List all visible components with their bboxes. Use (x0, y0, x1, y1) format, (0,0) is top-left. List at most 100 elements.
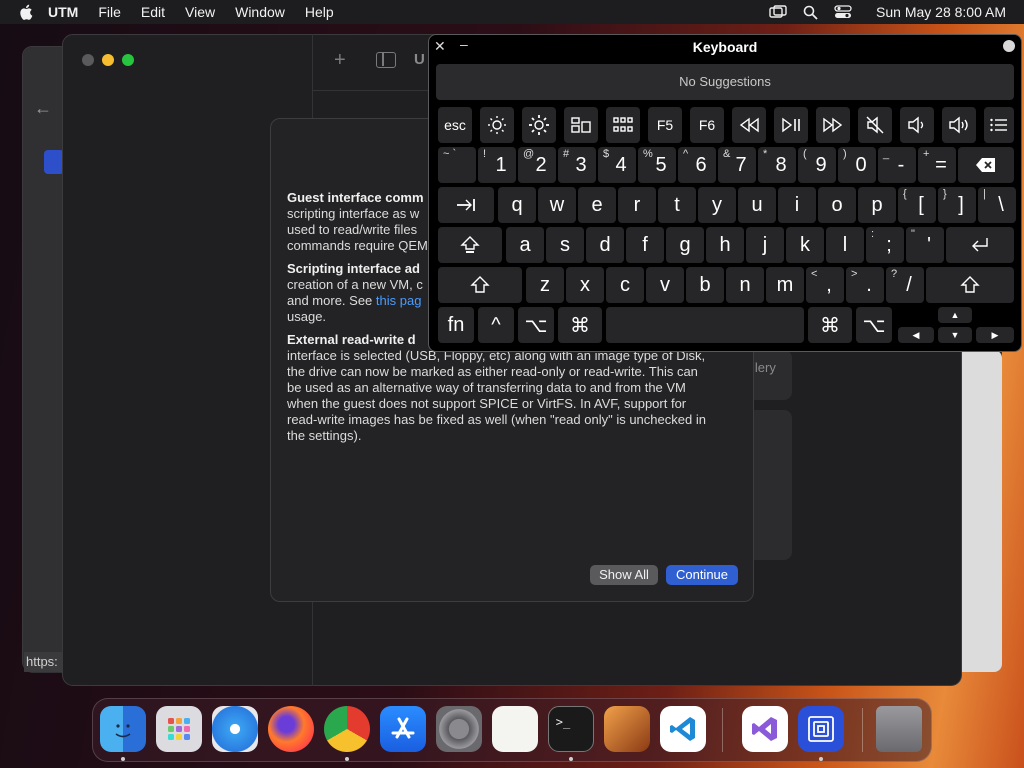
key-s[interactable]: s (546, 227, 584, 263)
menubar-clock[interactable]: Sun May 28 8:00 AM (876, 4, 1006, 20)
key-l[interactable]: l (826, 227, 864, 263)
key-w[interactable]: w (538, 187, 576, 223)
suggestions-bar[interactable]: No Suggestions (436, 64, 1014, 100)
key-semicolon[interactable]: :; (866, 227, 904, 263)
shift-left-key[interactable] (438, 267, 522, 303)
dock-chrome-icon[interactable] (324, 706, 370, 752)
key-1[interactable]: ! 1 (478, 147, 516, 183)
key-t[interactable]: t (658, 187, 696, 223)
fn-key[interactable]: fn (438, 307, 474, 343)
space-key[interactable] (606, 307, 804, 343)
dock-textedit-icon[interactable] (492, 706, 538, 752)
key-0[interactable]: ) 0 (838, 147, 876, 183)
rewind-icon[interactable] (732, 107, 766, 143)
key-y[interactable]: y (698, 187, 736, 223)
key-k[interactable]: k (786, 227, 824, 263)
key-6[interactable]: ^ 6 (678, 147, 716, 183)
brightness-down-icon[interactable] (480, 107, 514, 143)
volume-down-icon[interactable] (900, 107, 934, 143)
key-2[interactable]: @2 (518, 147, 556, 183)
key-u[interactable]: u (738, 187, 776, 223)
keyboard-options-icon[interactable] (1003, 40, 1015, 52)
continue-button[interactable]: Continue (666, 565, 738, 585)
sidebar-toggle-icon[interactable] (376, 52, 396, 68)
key-a[interactable]: a (506, 227, 544, 263)
menu-edit[interactable]: Edit (141, 4, 165, 20)
this-page-link[interactable]: this pag (376, 293, 422, 308)
dock-system-settings-icon[interactable] (436, 706, 482, 752)
shift-right-key[interactable] (926, 267, 1014, 303)
fast-forward-icon[interactable] (816, 107, 850, 143)
key-slash[interactable]: ? / (886, 267, 924, 303)
key-i[interactable]: i (778, 187, 816, 223)
dock-app-store-icon[interactable] (380, 706, 426, 752)
caps-lock-key[interactable] (438, 227, 502, 263)
f5-key[interactable]: F5 (648, 107, 682, 143)
key-quote[interactable]: " ' (906, 227, 944, 263)
key-bracket-left[interactable]: {[ (898, 187, 936, 223)
play-pause-icon[interactable] (774, 107, 808, 143)
arrow-left-key[interactable]: ◀ (898, 327, 934, 343)
arrow-up-key[interactable]: ▲ (938, 307, 972, 323)
key-bracket-right[interactable]: }] (938, 187, 976, 223)
menu-help[interactable]: Help (305, 4, 334, 20)
dock-firefox-icon[interactable] (268, 706, 314, 752)
key-m[interactable]: m (766, 267, 804, 303)
show-all-button[interactable]: Show All (590, 565, 658, 585)
key-r[interactable]: r (618, 187, 656, 223)
mission-control-icon[interactable] (564, 107, 598, 143)
key-x[interactable]: x (566, 267, 604, 303)
arrow-down-key[interactable]: ▼ (938, 327, 972, 343)
dock-safari-icon[interactable] (212, 706, 258, 752)
minimize-window-button[interactable] (102, 54, 114, 66)
key-p[interactable]: p (858, 187, 896, 223)
key-4[interactable]: $4 (598, 147, 636, 183)
volume-up-icon[interactable] (942, 107, 976, 143)
dock-visual-studio-icon[interactable] (742, 706, 788, 752)
f6-key[interactable]: F6 (690, 107, 724, 143)
key-e[interactable]: e (578, 187, 616, 223)
dock-launchpad-icon[interactable] (156, 706, 202, 752)
key-backslash[interactable]: | \ (978, 187, 1016, 223)
key-j[interactable]: j (746, 227, 784, 263)
list-icon[interactable] (984, 107, 1014, 143)
utm-vm-icon[interactable] (44, 150, 64, 174)
control-key[interactable]: ^ (478, 307, 514, 343)
key-h[interactable]: h (706, 227, 744, 263)
tab-key[interactable] (438, 187, 494, 223)
arrow-right-key[interactable]: ▶ (976, 327, 1014, 343)
key-f[interactable]: f (626, 227, 664, 263)
search-icon[interactable] (803, 5, 818, 20)
key-5[interactable]: % 5 (638, 147, 676, 183)
esc-key[interactable]: esc (438, 107, 472, 143)
key--[interactable]: _ - (878, 147, 916, 183)
dock-garageband-icon[interactable] (604, 706, 650, 752)
key-o[interactable]: o (818, 187, 856, 223)
close-window-button[interactable] (82, 54, 94, 66)
key-g[interactable]: g (666, 227, 704, 263)
key-v[interactable]: v (646, 267, 684, 303)
apple-icon[interactable] (18, 3, 36, 21)
zoom-window-button[interactable] (122, 54, 134, 66)
screen-mirror-icon[interactable] (769, 5, 787, 19)
return-key[interactable] (946, 227, 1014, 263)
key-9[interactable]: (9 (798, 147, 836, 183)
key-3[interactable]: #3 (558, 147, 596, 183)
menu-window[interactable]: Window (235, 4, 285, 20)
delete-key[interactable] (958, 147, 1014, 183)
key-n[interactable]: n (726, 267, 764, 303)
command-left-key[interactable]: ⌘ (558, 307, 602, 343)
mute-icon[interactable] (858, 107, 892, 143)
launchpad-icon[interactable] (606, 107, 640, 143)
menu-app-name[interactable]: UTM (48, 4, 78, 20)
option-right-key[interactable]: ⌥ (856, 307, 892, 343)
dock-terminal-icon[interactable]: >_ (548, 706, 594, 752)
dock-utm-icon[interactable] (798, 706, 844, 752)
key-=[interactable]: + = (918, 147, 956, 183)
key-z[interactable]: z (526, 267, 564, 303)
brightness-up-icon[interactable] (522, 107, 556, 143)
dock-vs-code-icon[interactable] (660, 706, 706, 752)
command-right-key[interactable]: ⌘ (808, 307, 852, 343)
dock-finder-icon[interactable] (100, 706, 146, 752)
dock-trash-icon[interactable] (876, 706, 922, 752)
